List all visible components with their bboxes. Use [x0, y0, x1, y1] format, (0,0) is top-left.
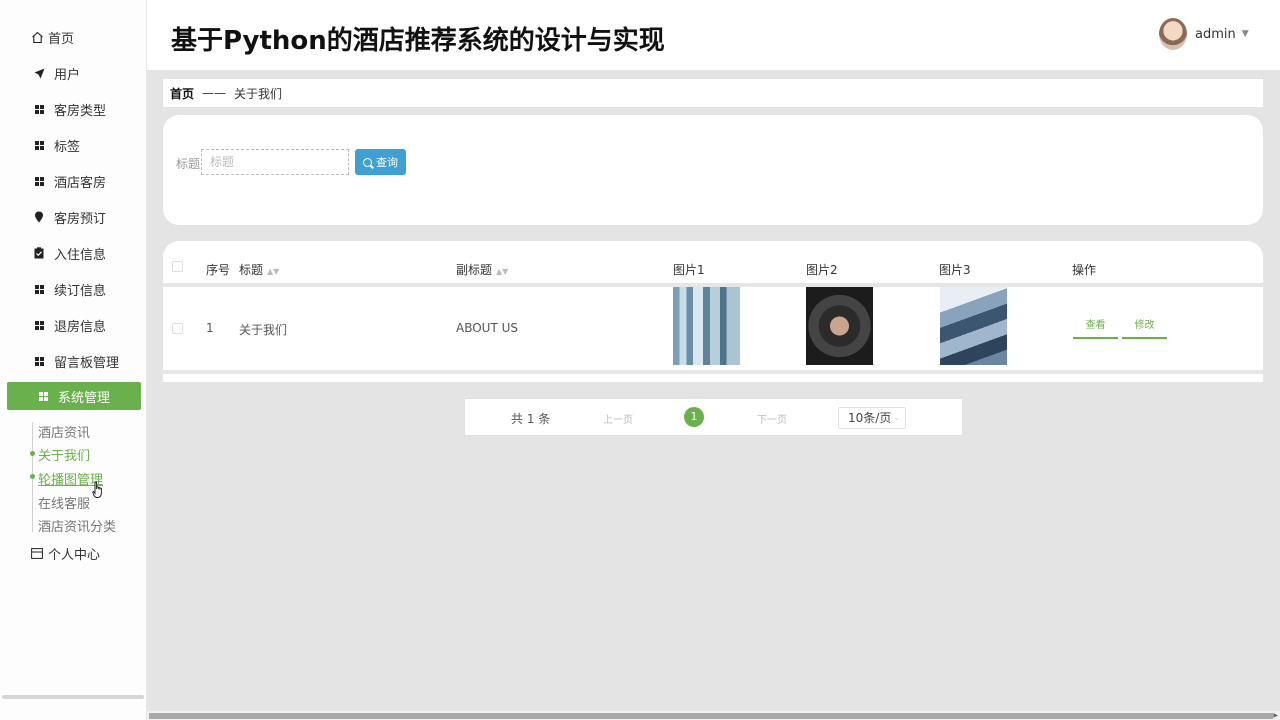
- search-icon: [363, 157, 372, 167]
- column-header-label: 标题: [239, 263, 264, 277]
- sidebar-item-label: 酒店客房: [54, 175, 107, 191]
- search-label: 标题: [176, 157, 201, 171]
- search-button-label: 查询: [376, 156, 398, 169]
- sidebar-item-label: 退房信息: [54, 319, 107, 335]
- sidebar-item-label: 标签: [54, 139, 81, 155]
- grid-icon: [34, 391, 52, 401]
- cell-image2-thumbnail[interactable]: [806, 287, 873, 365]
- row-checkbox[interactable]: [172, 323, 183, 334]
- cell-image3-thumbnail[interactable]: [940, 287, 1007, 365]
- column-header-subtitle[interactable]: 副标题 ▲▼: [456, 261, 508, 278]
- sidebar-item-label: 客房预订: [54, 211, 107, 227]
- chevron-down-icon: ⌄: [893, 413, 900, 422]
- column-header-label: 副标题: [456, 263, 493, 277]
- sidebar-scrollbar[interactable]: [2, 695, 144, 699]
- title-search-input[interactable]: [201, 149, 349, 175]
- grid-icon: [30, 284, 48, 294]
- sidebar-item-label: 客房类型: [54, 103, 107, 119]
- pagination-total: 共 1 条: [511, 412, 551, 426]
- select-all-checkbox[interactable]: [172, 261, 183, 272]
- column-header-index: 序号: [206, 263, 231, 277]
- search-button[interactable]: 查询: [355, 149, 406, 175]
- sidebar-item-label: 系统管理: [58, 390, 111, 406]
- breadcrumb-current: 关于我们: [234, 86, 283, 101]
- submenu-marker: [30, 451, 35, 456]
- breadcrumb-separator: ——: [202, 86, 227, 100]
- table-row: 1 关于我们 ABOUT US 查看 修改: [163, 287, 1263, 369]
- sidebar-item-room-types[interactable]: 客房类型: [0, 94, 147, 124]
- page-size-select[interactable]: 10条/页 ⌄: [838, 407, 906, 429]
- pagination: 共 1 条 上一页 1 下一页 10条/页 ⌄: [464, 398, 963, 436]
- data-table: 序号 标题 ▲▼ 副标题 ▲▼ 图片1 图片2 图片3 操作 1 关于我们 ABOU…: [163, 241, 1263, 382]
- pin-icon: [30, 211, 48, 223]
- sidebar-item-label: 个人中心: [48, 547, 101, 563]
- submenu-item-online-service[interactable]: 在线客服: [38, 493, 90, 512]
- avatar[interactable]: [1159, 18, 1187, 50]
- grid-icon: [30, 320, 48, 330]
- home-icon: [28, 31, 46, 44]
- column-header-actions: 操作: [1072, 263, 1097, 277]
- column-header-image1: 图片1: [673, 263, 705, 277]
- chevron-down-icon[interactable]: ▼: [1242, 29, 1249, 39]
- scrollbar-thumb[interactable]: [149, 713, 1273, 719]
- page-title: 基于Python的酒店推荐系统的设计与实现: [171, 26, 665, 56]
- column-header-title[interactable]: 标题 ▲▼: [239, 261, 279, 278]
- sidebar-item-messages[interactable]: 留言板管理: [0, 346, 147, 376]
- cell-image1-thumbnail[interactable]: [673, 287, 740, 365]
- page-size-value: 10条/页: [848, 411, 892, 425]
- send-icon: [30, 68, 48, 79]
- sidebar-item-bookings[interactable]: 客房预订: [0, 202, 147, 232]
- edit-button[interactable]: 修改: [1122, 317, 1167, 339]
- prev-page-button[interactable]: 上一页: [603, 411, 633, 426]
- horizontal-scrollbar[interactable]: ▶: [147, 711, 1280, 720]
- cell-title: 关于我们: [239, 323, 288, 337]
- sidebar-item-personal[interactable]: 个人中心: [0, 538, 147, 568]
- sidebar-item-label: 留言板管理: [54, 355, 120, 371]
- submenu-item-about-us[interactable]: 关于我们: [38, 445, 90, 464]
- sidebar-item-label: 用户: [54, 67, 81, 83]
- hand-cursor-icon: [92, 481, 104, 503]
- column-header-image2: 图片2: [806, 263, 838, 277]
- sidebar-item-home[interactable]: 首页: [0, 22, 147, 52]
- grid-icon: [30, 104, 48, 114]
- submenu-item-news-category[interactable]: 酒店资讯分类: [38, 516, 116, 535]
- view-button[interactable]: 查看: [1073, 317, 1118, 339]
- sidebar: 首页 用户 客房类型 标签 酒店客房 客房预订 入住信息 续订信息 退房信息 留…: [0, 0, 147, 720]
- grid-icon: [30, 140, 48, 150]
- sidebar-item-renewals[interactable]: 续订信息: [0, 274, 147, 304]
- sidebar-item-checkin[interactable]: 入住信息: [0, 238, 147, 268]
- grid-icon: [30, 176, 48, 186]
- sort-icon[interactable]: ▲▼: [496, 267, 508, 276]
- top-header: 基于Python的酒店推荐系统的设计与实现 admin ▼: [147, 0, 1280, 70]
- sidebar-item-users[interactable]: 用户: [0, 58, 147, 88]
- submenu-marker: [30, 474, 35, 479]
- clipboard-icon: [30, 247, 48, 259]
- row-divider: [163, 370, 1263, 374]
- sidebar-item-system[interactable]: 系统管理: [7, 382, 141, 410]
- cell-subtitle: ABOUT US: [456, 321, 519, 335]
- sidebar-item-label: 首页: [48, 31, 75, 47]
- grid-icon: [30, 356, 48, 366]
- next-page-button[interactable]: 下一页: [757, 411, 787, 426]
- search-panel: 标题 查询: [163, 115, 1263, 225]
- cell-index: 1: [206, 321, 214, 335]
- breadcrumb: 首页 —— 关于我们: [163, 79, 1263, 107]
- current-page-button[interactable]: 1: [684, 407, 704, 427]
- breadcrumb-home[interactable]: 首页: [170, 85, 194, 102]
- sort-icon[interactable]: ▲▼: [267, 267, 279, 276]
- sidebar-item-label: 续订信息: [54, 283, 107, 299]
- user-menu[interactable]: admin ▼: [1159, 18, 1249, 50]
- sidebar-item-hotel-rooms[interactable]: 酒店客房: [0, 166, 147, 196]
- column-header-image3: 图片3: [939, 263, 971, 277]
- submenu-item-hotel-news[interactable]: 酒店资讯: [38, 422, 90, 441]
- sidebar-item-label: 入住信息: [54, 247, 107, 263]
- profile-card-icon: [28, 547, 46, 559]
- scroll-right-arrow-icon[interactable]: ▶: [1273, 712, 1278, 719]
- sidebar-item-checkout[interactable]: 退房信息: [0, 310, 147, 340]
- table-header: 序号 标题 ▲▼ 副标题 ▲▼ 图片1 图片2 图片3 操作: [163, 255, 1263, 283]
- username[interactable]: admin: [1195, 27, 1236, 42]
- sidebar-item-tags[interactable]: 标签: [0, 130, 147, 160]
